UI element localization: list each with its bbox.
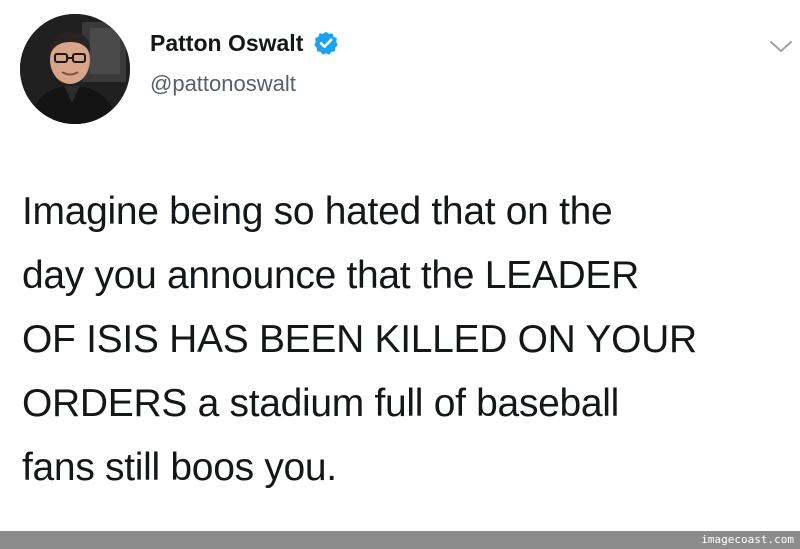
tweet-text-line: Imagine being so hated that on the — [22, 190, 613, 233]
avatar[interactable] — [20, 14, 130, 124]
author-handle[interactable]: @pattonoswalt — [150, 70, 296, 98]
watermark-bar: imagecoast.com — [0, 531, 800, 549]
tweet-text-line: OF ISIS HAS BEEN KILLED ON YOUR — [22, 318, 697, 361]
author-name-row: Patton Oswalt — [150, 28, 339, 58]
tweet-card: Patton Oswalt @pattonoswalt Imagine bein… — [0, 0, 800, 531]
tweet-text-line: ORDERS a stadium full of baseball — [22, 382, 620, 425]
verified-badge-icon — [313, 30, 339, 56]
watermark-text: imagecoast.com — [701, 533, 794, 546]
author-display-name[interactable]: Patton Oswalt — [150, 28, 303, 58]
tweet-text-line: day you announce that the LEADER — [22, 254, 639, 297]
chevron-down-icon[interactable] — [768, 38, 794, 56]
tweet-text-line: fans still boos you. — [22, 446, 337, 489]
person-avatar-icon — [20, 14, 130, 124]
tweet-text: Imagine being so hated that on the day y… — [22, 180, 792, 500]
